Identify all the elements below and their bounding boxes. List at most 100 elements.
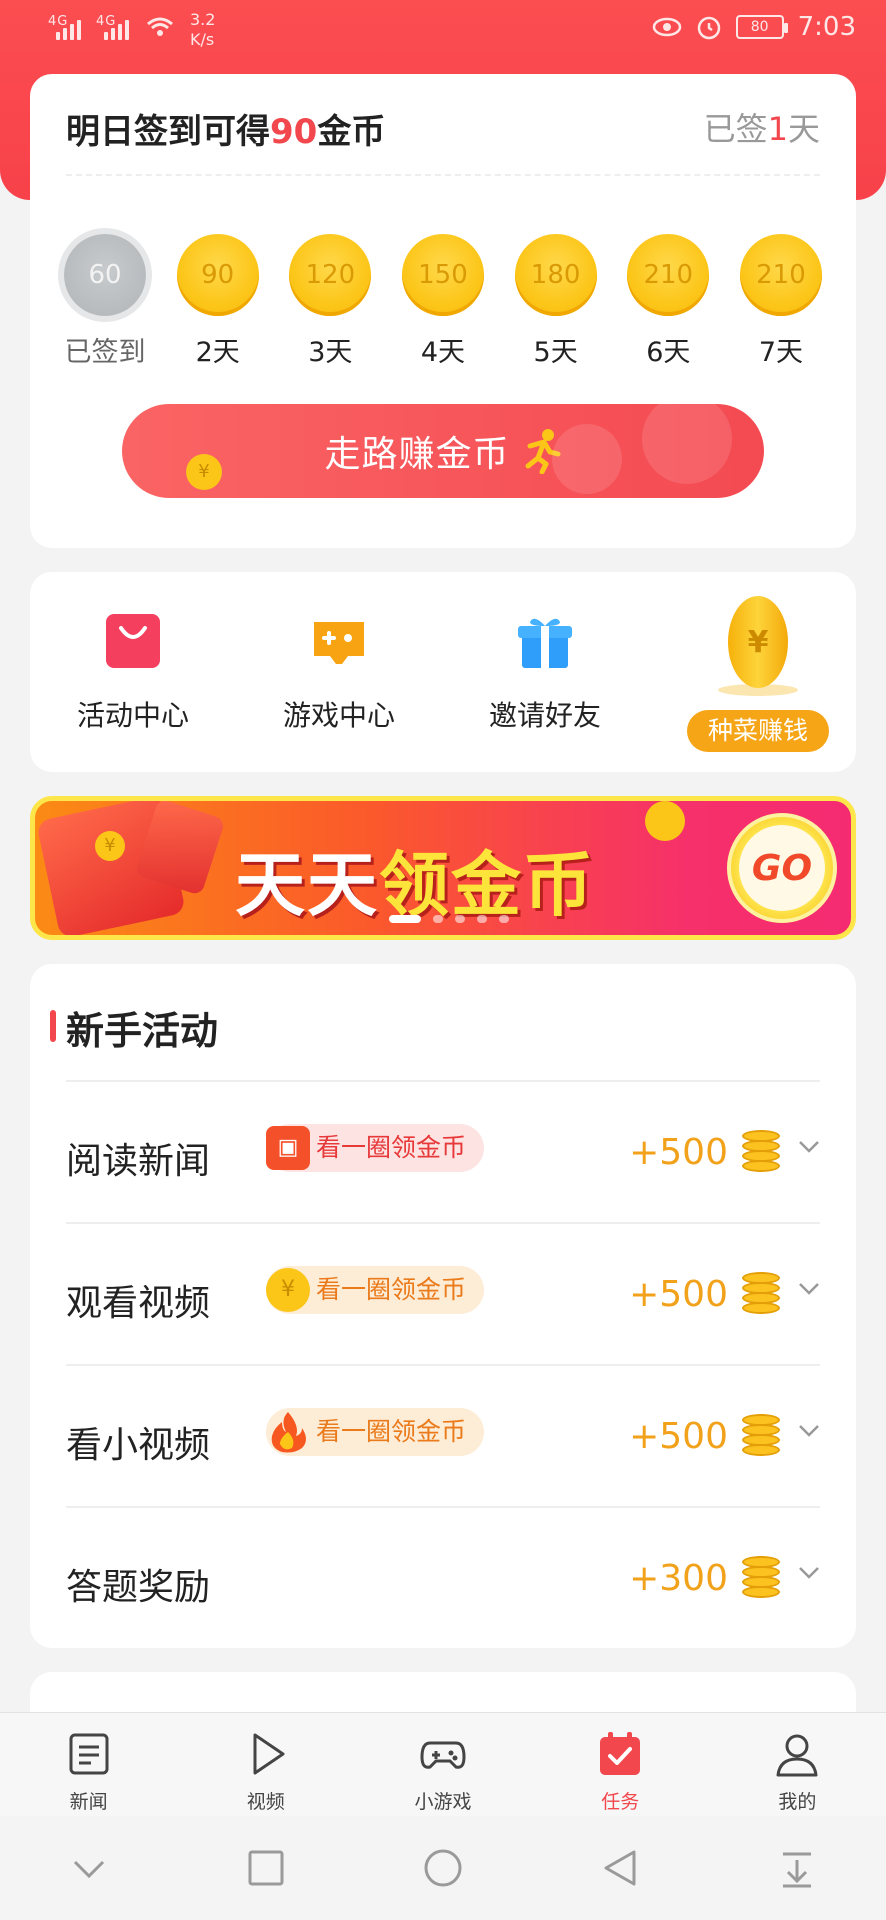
game-center-entry[interactable]: 游戏中心 xyxy=(236,572,442,772)
signin-title: 明日签到可得90金币 xyxy=(66,112,386,152)
tab-label: 新闻 xyxy=(69,1791,108,1813)
invite-friends-label: 邀请好友 xyxy=(488,699,601,732)
play-icon xyxy=(253,1733,285,1775)
status-bar: 4G 4G 3.2 K/s 80 7:03 xyxy=(0,0,886,62)
quick-entries: 活动中心 游戏中心 邀请好友 ¥ 种菜赚钱 xyxy=(30,572,856,772)
coin-stack-icon xyxy=(740,1130,784,1174)
task-tag: ¥ 看一圈领金币 xyxy=(266,1266,485,1314)
recents-square-icon[interactable] xyxy=(246,1848,286,1888)
eye-icon xyxy=(652,17,681,37)
signin-card: 明日签到可得90金币 已签1天 60 已签到 90 2天 120 3天 150 4天 1… xyxy=(30,74,856,548)
walk-earn-label: 走路赚金币 xyxy=(324,434,510,475)
divider xyxy=(66,174,820,176)
section-accent-bar xyxy=(50,1010,56,1042)
coin-icon: 60 xyxy=(64,234,146,316)
signal-icon-1 xyxy=(56,16,81,40)
newbie-tasks-card: 新手活动 阅读新闻 ▣ 看一圈领金币 +500 观看视频 ¥ 看一圈领金币 +5… xyxy=(30,964,856,1648)
decor-bubble xyxy=(642,404,732,484)
task-row-short-video[interactable]: 看小视频 看一圈领金币 +500 xyxy=(66,1364,820,1506)
tab-me[interactable]: 我的 xyxy=(709,1713,886,1816)
tab-news[interactable]: 新闻 xyxy=(0,1713,177,1816)
shopping-bag-icon xyxy=(106,614,160,668)
signal-icon-2 xyxy=(104,16,129,40)
task-reward: +500 xyxy=(629,1274,728,1315)
notification-pull-icon[interactable] xyxy=(777,1848,817,1888)
coin-icon: 150 xyxy=(401,234,484,316)
signin-day-6[interactable]: 210 6天 xyxy=(623,234,713,369)
bottom-tab-bar: 新闻 视频 小游戏 任务 我的 xyxy=(0,1712,886,1816)
gift-icon xyxy=(518,618,572,668)
coin-icon: 120 xyxy=(289,234,372,316)
tab-label: 我的 xyxy=(778,1791,817,1813)
carousel-dot xyxy=(499,915,509,923)
chevron-down-icon[interactable] xyxy=(798,1420,820,1442)
task-row-read-news[interactable]: 阅读新闻 ▣ 看一圈领金币 +500 xyxy=(66,1080,820,1222)
signin-days: 60 已签到 90 2天 120 3天 150 4天 180 5天 210 6天 210 7天 xyxy=(60,234,826,369)
promo-banner[interactable]: ¥ 天天领金币 GO xyxy=(30,796,856,940)
tab-games[interactable]: 小游戏 xyxy=(354,1713,531,1816)
user-icon xyxy=(776,1734,818,1777)
coin-icon: 210 xyxy=(627,234,710,316)
task-name: 答题奖励 xyxy=(66,1567,211,1608)
home-circle-icon[interactable] xyxy=(423,1848,463,1888)
farm-earn-entry[interactable]: ¥ 种菜赚钱 xyxy=(648,572,854,772)
task-tag: ▣ 看一圈领金币 xyxy=(266,1124,485,1172)
chevron-down-icon[interactable] xyxy=(798,1136,820,1158)
coin-icon: 210 xyxy=(739,234,822,316)
section-title: 新手活动 xyxy=(66,1009,219,1053)
fire-icon xyxy=(271,1412,306,1453)
yen-coin-icon: ¥ xyxy=(266,1268,310,1312)
chevron-down-icon[interactable] xyxy=(798,1278,820,1300)
tab-label: 任务 xyxy=(601,1791,640,1813)
task-reward: +500 xyxy=(629,1132,728,1173)
gold-coin-icon: ¥ xyxy=(728,596,788,688)
activity-center-label: 活动中心 xyxy=(76,699,189,732)
signin-day-3[interactable]: 120 3天 xyxy=(285,234,375,369)
signin-day-2[interactable]: 90 2天 xyxy=(173,234,263,369)
calendar-check-icon xyxy=(600,1732,641,1775)
yen-coin-icon: ¥ xyxy=(186,454,222,490)
chevron-down-icon[interactable] xyxy=(798,1562,820,1584)
back-triangle-icon[interactable] xyxy=(600,1848,640,1888)
carousel-dot xyxy=(433,915,443,923)
task-name: 看小视频 xyxy=(66,1425,211,1466)
task-name: 观看视频 xyxy=(66,1283,211,1324)
wifi-icon xyxy=(147,17,173,36)
tab-video[interactable]: 视频 xyxy=(177,1713,354,1816)
go-button[interactable]: GO xyxy=(727,813,837,923)
activity-center-entry[interactable]: 活动中心 xyxy=(30,572,236,772)
day-label: 4天 xyxy=(420,337,466,368)
walk-earn-button[interactable]: ¥ 走路赚金币 xyxy=(122,404,764,498)
signin-day-1[interactable]: 60 已签到 xyxy=(60,234,150,369)
coin-stack-icon xyxy=(740,1272,784,1316)
news-icon xyxy=(69,1733,109,1775)
farm-earn-label: 种菜赚钱 xyxy=(687,710,829,752)
tab-tasks[interactable]: 任务 xyxy=(532,1713,709,1816)
day-label: 5天 xyxy=(533,337,578,368)
chevron-down-icon[interactable] xyxy=(69,1848,109,1888)
invite-friends-entry[interactable]: 邀请好友 xyxy=(442,572,648,772)
network-speed: 3.2 K/s xyxy=(190,10,216,49)
task-tag: 看一圈领金币 xyxy=(266,1408,485,1456)
coin-icon: 180 xyxy=(514,234,597,316)
carousel-indicator xyxy=(389,915,509,923)
gamepad-icon xyxy=(420,1741,466,1769)
system-navigation-bar xyxy=(0,1816,886,1920)
decor-bubble xyxy=(552,424,622,494)
coin-icon xyxy=(645,801,685,841)
task-name: 阅读新闻 xyxy=(66,1141,211,1182)
game-center-label: 游戏中心 xyxy=(282,699,395,732)
carousel-dot xyxy=(477,915,487,923)
tab-label: 视频 xyxy=(246,1791,285,1813)
signin-day-7[interactable]: 210 7天 xyxy=(736,234,826,369)
day-label: 已签到 xyxy=(64,337,146,368)
battery-icon: 80 xyxy=(735,15,788,39)
task-row-quiz[interactable]: 答题奖励 +300 xyxy=(66,1506,820,1648)
signin-day-5[interactable]: 180 5天 xyxy=(511,234,601,369)
task-row-watch-video[interactable]: 观看视频 ¥ 看一圈领金币 +500 xyxy=(66,1222,820,1364)
gamepad-icon xyxy=(314,622,364,664)
day-label: 2天 xyxy=(195,337,240,368)
clock-time: 7:03 xyxy=(797,12,856,42)
signin-day-4[interactable]: 150 4天 xyxy=(398,234,488,369)
carousel-dot xyxy=(455,915,465,923)
